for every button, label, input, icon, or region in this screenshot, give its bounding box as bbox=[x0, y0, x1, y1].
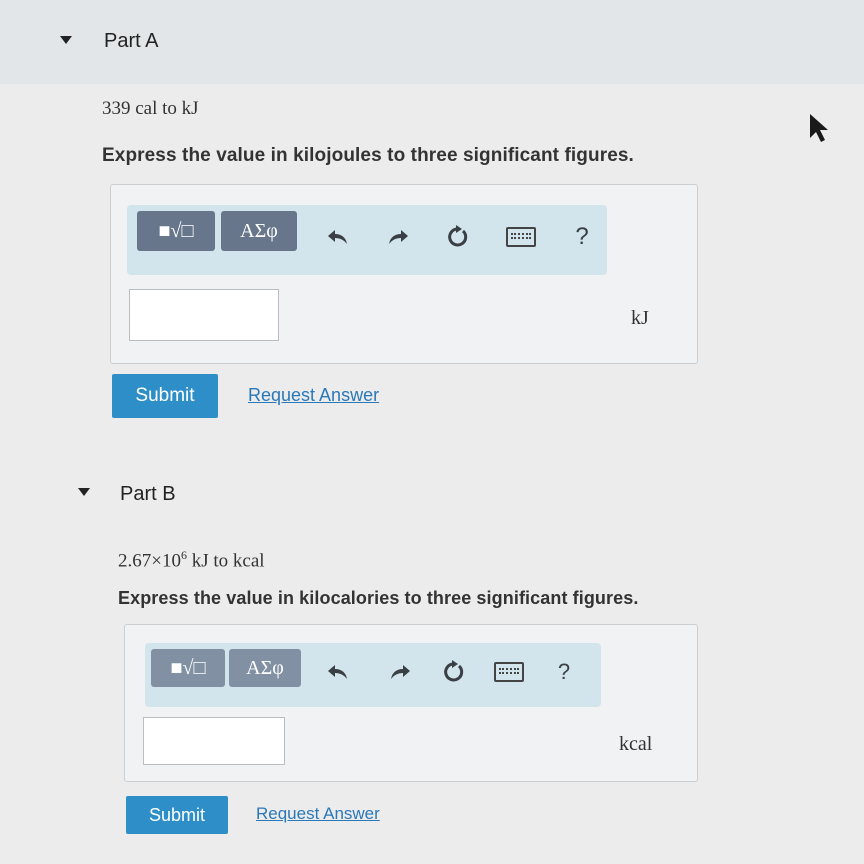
part-a-title: Part A bbox=[104, 30, 159, 52]
keyboard-icon[interactable] bbox=[491, 655, 527, 689]
templates-icon: ■√□ bbox=[158, 219, 194, 242]
keyboard-icon[interactable] bbox=[503, 219, 539, 255]
caret-down-icon[interactable] bbox=[78, 488, 90, 496]
part-a-problem: 339 cal to kJ bbox=[102, 98, 199, 119]
part-b-math-toolbar: ■√□ ΑΣφ ? bbox=[145, 643, 601, 707]
part-b-unit: kcal bbox=[619, 733, 653, 755]
part-a-unit: kJ bbox=[631, 307, 649, 329]
part-b-problem-rest: kJ to kcal bbox=[186, 550, 265, 572]
part-b-request-answer-link[interactable]: Request Answer bbox=[256, 804, 380, 824]
part-b-submit-button[interactable]: Submit bbox=[126, 796, 228, 834]
part-a-math-toolbar: ■√□ ΑΣφ ? bbox=[127, 205, 607, 275]
symbols-button[interactable]: ΑΣφ bbox=[229, 649, 301, 687]
part-b-answer-input[interactable] bbox=[143, 717, 285, 765]
mouse-cursor-icon bbox=[810, 114, 828, 142]
symbols-button[interactable]: ΑΣφ bbox=[221, 211, 297, 251]
part-b-title: Part B bbox=[120, 483, 176, 505]
templates-button[interactable]: ■√□ bbox=[151, 649, 225, 687]
redo-icon[interactable] bbox=[385, 655, 415, 689]
undo-icon[interactable] bbox=[323, 655, 353, 689]
part-a-submit-button[interactable]: Submit bbox=[112, 374, 218, 418]
symbols-icon: ΑΣφ bbox=[240, 219, 278, 242]
templates-button[interactable]: ■√□ bbox=[137, 211, 215, 251]
part-b-problem-mantissa: 2.67×10 bbox=[118, 550, 181, 572]
part-a-instruction: Express the value in kilojoules to three… bbox=[102, 145, 634, 166]
part-a-header[interactable]: Part A bbox=[0, 0, 864, 84]
part-b-instruction: Express the value in kilocalories to thr… bbox=[118, 588, 639, 608]
templates-icon: ■√□ bbox=[170, 656, 206, 679]
symbols-icon: ΑΣφ bbox=[246, 656, 284, 679]
part-a-answer-box: ■√□ ΑΣφ ? kJ bbox=[110, 184, 698, 364]
part-b-answer-box: ■√□ ΑΣφ ? kcal bbox=[124, 624, 698, 782]
help-icon[interactable]: ? bbox=[567, 219, 597, 255]
part-a-request-answer-link[interactable]: Request Answer bbox=[248, 385, 379, 406]
reset-icon[interactable] bbox=[441, 219, 473, 255]
redo-icon[interactable] bbox=[383, 219, 413, 255]
reset-icon[interactable] bbox=[437, 655, 469, 689]
part-b-problem: 2.67×106 kJ to kcal bbox=[118, 548, 265, 572]
part-a-answer-input[interactable] bbox=[129, 289, 279, 341]
undo-icon[interactable] bbox=[323, 219, 353, 255]
help-icon[interactable]: ? bbox=[549, 655, 579, 689]
caret-down-icon[interactable] bbox=[60, 36, 72, 44]
